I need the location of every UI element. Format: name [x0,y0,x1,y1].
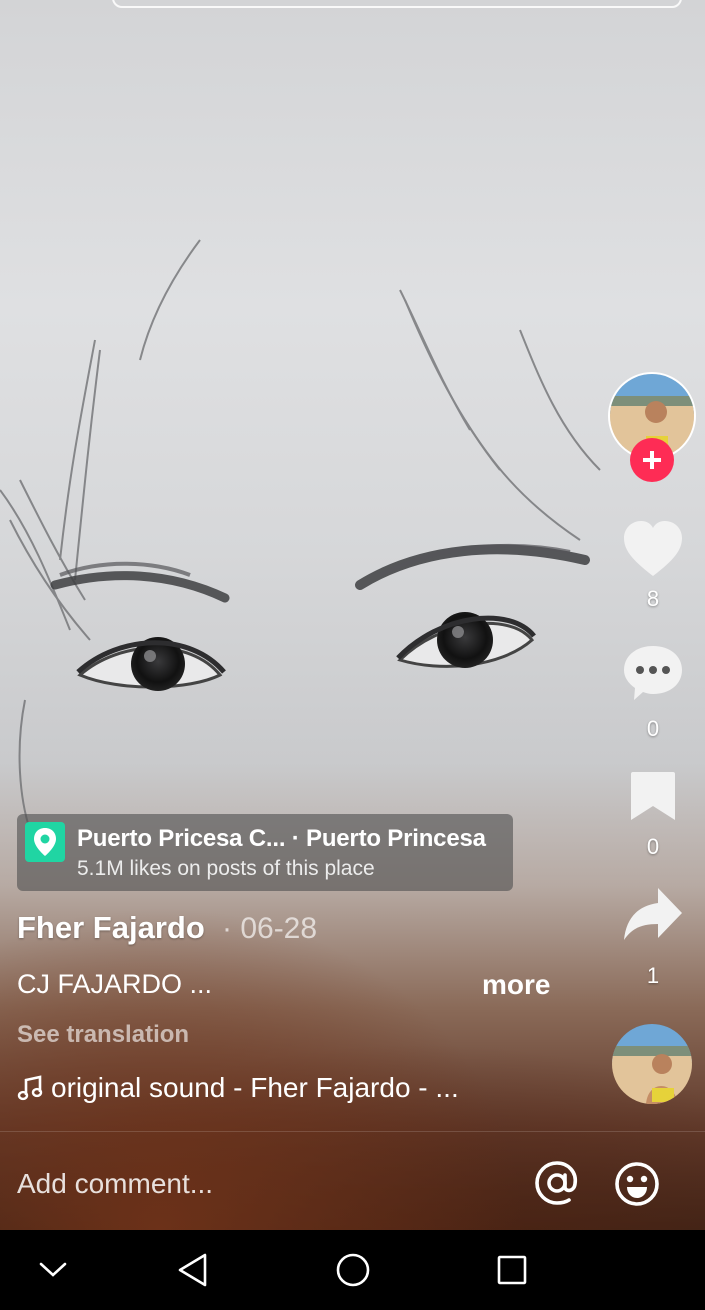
bookmark-icon [631,772,675,820]
like-count: 8 [646,586,660,611]
sound-name: original sound - Fher Fajardo - ... [51,1072,459,1103]
comment-button[interactable] [622,644,684,702]
location-pin-icon [34,828,56,856]
add-comment-input[interactable]: Add comment... [17,1168,213,1200]
plus-icon [643,451,661,469]
see-translation-link[interactable]: See translation [17,1021,189,1049]
comment-divider [0,1131,705,1132]
system-nav-bar [0,1230,705,1310]
at-icon [535,1161,578,1205]
video-player[interactable]: 8 0 0 1 Puerto Pricesa C... · Puerto Pri… [0,0,705,1230]
nav-collapse-button[interactable] [33,1250,73,1290]
share-count: 1 [646,963,660,988]
sound-disc-image [612,1024,692,1104]
sound-link[interactable]: original sound - Fher Fajardo - ... [17,1071,459,1105]
sound-disc[interactable] [612,1024,692,1104]
nav-recents-button[interactable] [492,1250,532,1290]
location-pin-badge [25,822,65,862]
location-name: Puerto Pricesa C... · Puerto Princesa [77,825,486,852]
save-count: 0 [646,834,660,859]
author-name[interactable]: Fher Fajardo [17,910,205,946]
comment-count: 0 [646,716,660,741]
location-subtitle: 5.1M likes on posts of this place [77,857,375,880]
heart-icon [624,521,682,576]
like-button[interactable] [622,520,684,578]
save-button[interactable] [630,770,676,822]
recents-square-icon [497,1255,527,1285]
comment-icon [624,646,682,700]
post-caption: CJ FAJARDO ... [17,969,213,999]
top-search-outline[interactable] [112,0,682,8]
more-button[interactable]: more [482,969,550,1001]
emoji-button[interactable] [613,1160,661,1208]
follow-button[interactable] [630,438,674,482]
music-note-icon [17,1075,43,1101]
share-button[interactable] [622,886,684,942]
nav-back-button[interactable] [173,1250,213,1290]
home-circle-icon [336,1253,370,1287]
post-date: · 06-28 [222,912,318,945]
back-triangle-icon [178,1253,207,1287]
mention-button[interactable] [534,1160,580,1206]
share-icon [624,888,682,940]
nav-home-button[interactable] [333,1250,373,1290]
chevron-down-icon [39,1262,67,1277]
emoji-icon [615,1162,659,1206]
location-card[interactable]: Puerto Pricesa C... · Puerto Princesa 5.… [17,814,513,891]
